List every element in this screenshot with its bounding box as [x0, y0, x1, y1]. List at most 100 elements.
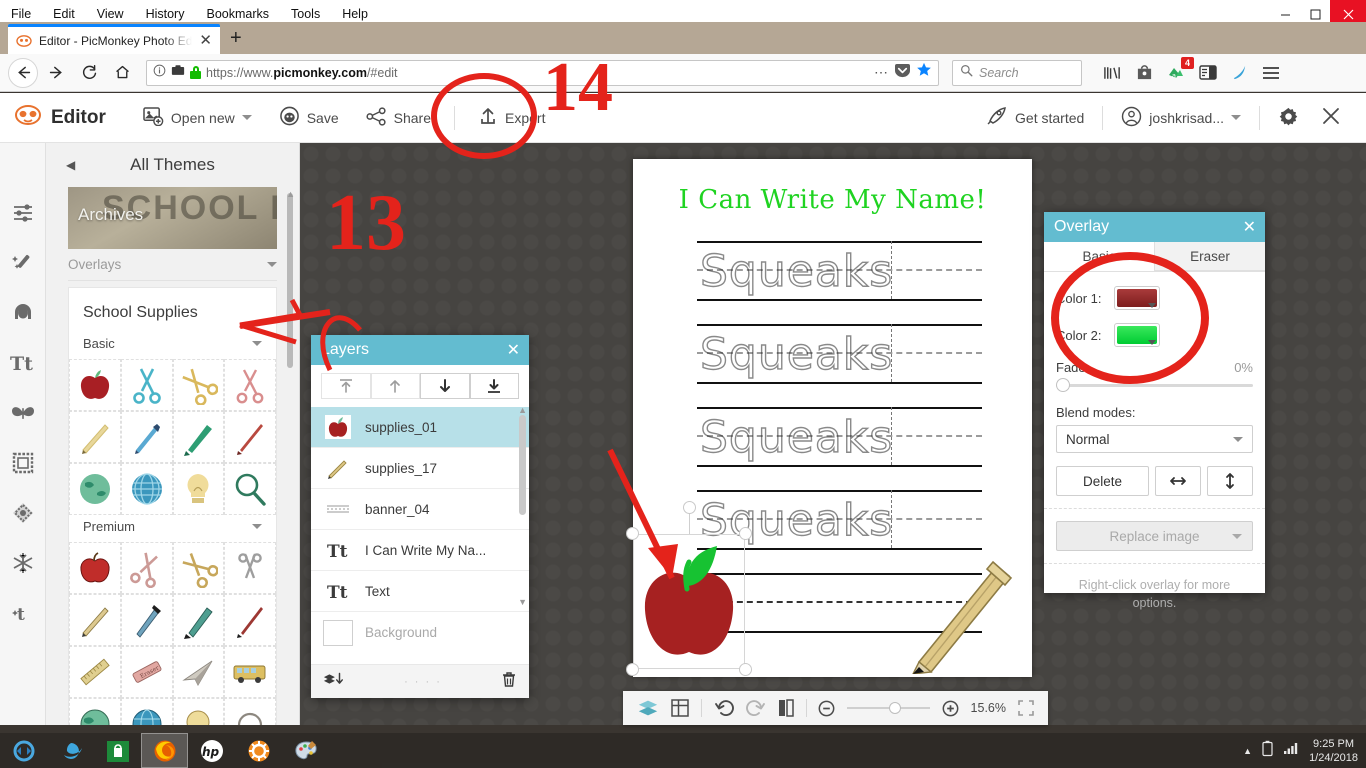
snowflake-seasonal-icon[interactable] — [9, 549, 37, 577]
premium-group-header[interactable]: Premium — [69, 515, 276, 542]
share-button[interactable]: Share — [355, 101, 442, 135]
save-button[interactable]: Save — [268, 100, 350, 135]
forward-button[interactable] — [41, 58, 71, 88]
overlay-thumb-globe-earth-ill[interactable] — [69, 698, 121, 725]
fullscreen-icon[interactable] — [1018, 700, 1034, 716]
layers-icon[interactable] — [637, 699, 659, 717]
text-icon[interactable]: Tt — [9, 349, 37, 377]
panel-drag-grip[interactable]: · · · · — [404, 676, 442, 688]
overlay-thumb-pencil-ill[interactable] — [69, 594, 121, 646]
undo-icon[interactable] — [714, 699, 734, 717]
overlay-thumb-paintbrush-red-ill[interactable] — [224, 594, 276, 646]
layers-scrollbar[interactable] — [519, 415, 526, 515]
hamburger-menu-icon[interactable] — [1262, 66, 1280, 80]
taskbar-settings-wheel-icon[interactable] — [235, 733, 282, 768]
magic-wand-icon[interactable] — [9, 249, 37, 277]
adblock-icon[interactable]: a 4 — [1167, 57, 1194, 81]
get-started-button[interactable]: Get started — [975, 100, 1095, 135]
library-icon[interactable] — [1103, 65, 1122, 81]
overlay-thumb-magnifier[interactable] — [224, 463, 276, 515]
menu-edit[interactable]: Edit — [50, 5, 78, 23]
fade-slider-knob[interactable] — [1056, 378, 1070, 392]
basic-group-header[interactable]: Basic — [69, 332, 276, 359]
scroll-up-arrow-icon[interactable]: ▲ — [286, 189, 295, 199]
tracking-shield-icon[interactable] — [171, 64, 185, 82]
touch-up-face-icon[interactable] — [9, 299, 37, 327]
new-tab-button[interactable]: + — [230, 28, 242, 48]
themes-panel-scrollbar[interactable] — [287, 193, 293, 368]
overlay-thumb-globe-wire-ill[interactable] — [120, 698, 173, 725]
compare-icon[interactable] — [778, 699, 794, 717]
overlay-thumb-ring-ill[interactable] — [224, 698, 276, 725]
browser-tab-picmonkey[interactable]: Editor - PicMonkey Photo Edito ✕ — [8, 24, 220, 54]
overlay-thumb-apple[interactable] — [69, 359, 121, 411]
layers-scroll-up-icon[interactable]: ▲ — [518, 405, 527, 415]
home-button[interactable] — [107, 58, 137, 88]
rotate-handle[interactable] — [682, 501, 696, 514]
pencil-overlay[interactable] — [901, 544, 1021, 674]
close-icon[interactable]: ✕ — [507, 340, 520, 360]
frame-icon[interactable] — [9, 449, 37, 477]
menu-file[interactable]: File — [8, 5, 34, 23]
layer-row-text-title[interactable]: Tt I Can Write My Na... — [311, 530, 529, 571]
overlay-thumb-paintbrush-red[interactable] — [224, 411, 276, 463]
tray-expand-chevron-icon[interactable]: ▲ — [1243, 746, 1252, 756]
overlay-thumb-ruler-ill[interactable] — [69, 646, 121, 698]
overlay-thumb-eraser-ill[interactable]: Eraser — [120, 646, 173, 698]
overlay-thumb-pencil-yellow[interactable] — [69, 411, 121, 463]
battery-icon[interactable] — [1262, 740, 1273, 762]
overlay-thumb-crayon-teal-ill[interactable] — [172, 594, 225, 646]
layers-panel[interactable]: Layers ✕ supplies_01 supplies_17 banner_… — [311, 335, 529, 698]
overlay-thumb-apple-ill[interactable] — [69, 542, 121, 594]
taskbar-internet-explorer-icon[interactable] — [47, 733, 94, 768]
send-to-back-button[interactable] — [469, 373, 519, 399]
zoom-out-icon[interactable] — [818, 700, 835, 717]
overlay-thumb-scissors-pink[interactable] — [224, 359, 276, 411]
overlay-thumb-scissors-gold-ill[interactable] — [172, 542, 225, 594]
archives-banner[interactable]: SCHOOL BUS Archives — [68, 187, 277, 249]
account-menu[interactable]: joshkrisad... — [1110, 100, 1252, 136]
redo-icon[interactable] — [745, 699, 766, 717]
texture-icon[interactable] — [9, 499, 37, 527]
taskbar-sync-icon[interactable] — [0, 733, 47, 768]
flatten-layers-icon[interactable] — [323, 671, 345, 692]
close-icon[interactable]: ✕ — [1243, 217, 1256, 237]
worksheet-image[interactable]: I Can Write My Name! Squeaks Squeaks Squ… — [626, 159, 1032, 677]
overlays-group-header[interactable]: Overlays — [68, 249, 277, 281]
export-button[interactable]: Export — [467, 100, 556, 135]
bring-to-front-button[interactable] — [321, 373, 371, 399]
reader-pocket-icon[interactable] — [894, 63, 911, 83]
butterfly-overlays-icon[interactable] — [9, 399, 37, 427]
browser-menubar[interactable]: File Edit View History Bookmarks Tools H… — [0, 5, 371, 23]
overlay-thumb-marker-green[interactable] — [172, 411, 225, 463]
taskbar-hp-icon[interactable]: hp — [188, 733, 235, 768]
apple-overlay[interactable] — [626, 501, 752, 676]
overlay-thumb-pen-blue[interactable] — [120, 411, 173, 463]
zoom-slider[interactable] — [847, 701, 930, 715]
menu-bookmarks[interactable]: Bookmarks — [203, 5, 272, 23]
layer-row-banner_04[interactable]: banner_04 — [311, 489, 529, 530]
flip-horizontal-button[interactable] — [1155, 466, 1201, 496]
trash-icon[interactable] — [501, 671, 517, 693]
settings-button[interactable] — [1267, 100, 1310, 136]
grid-icon[interactable] — [671, 699, 689, 717]
menu-history[interactable]: History — [143, 5, 188, 23]
overlay-thumb-scissors-teal[interactable] — [120, 359, 173, 411]
layers-scroll-down-icon[interactable]: ▼ — [518, 597, 527, 607]
overlay-thumb-school-bus-ill[interactable] — [224, 646, 276, 698]
replace-image-button[interactable]: Replace image — [1056, 521, 1253, 551]
page-actions-icon[interactable]: ⋯ — [874, 64, 889, 81]
reader-view-icon[interactable] — [1199, 65, 1217, 80]
tab-basic[interactable]: Basic — [1044, 242, 1154, 271]
picmonkey-logo[interactable]: Editor — [14, 103, 106, 132]
zoom-in-icon[interactable] — [942, 700, 959, 717]
delete-button[interactable]: Delete — [1056, 466, 1149, 496]
reload-button[interactable] — [74, 58, 104, 88]
blend-mode-select[interactable]: Normal — [1056, 425, 1253, 453]
overlay-thumb-scissors-gold[interactable] — [172, 359, 225, 411]
sync-feather-icon[interactable] — [1231, 64, 1248, 81]
taskbar-microsoft-store-icon[interactable] — [94, 733, 141, 768]
back-button[interactable] — [8, 57, 38, 88]
send-backward-button[interactable] — [420, 373, 470, 399]
bookmark-star-icon[interactable] — [916, 62, 932, 83]
